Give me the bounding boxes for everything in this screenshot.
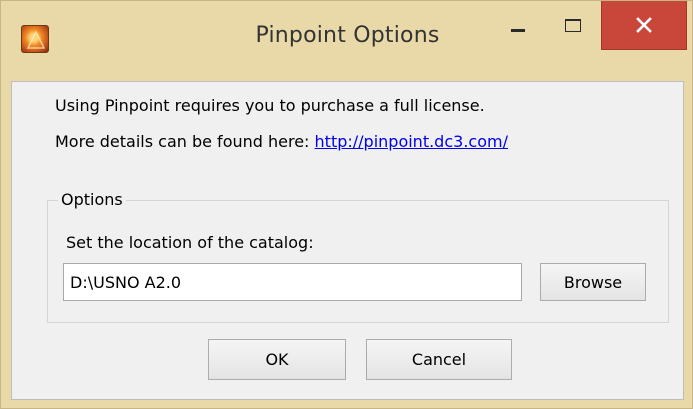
minimize-icon <box>511 28 525 32</box>
options-groupbox: Options Set the location of the catalog:… <box>47 190 669 323</box>
title-bar[interactable]: Pinpoint Options <box>1 1 693 81</box>
close-button[interactable] <box>601 1 687 50</box>
browse-button[interactable]: Browse <box>540 263 646 301</box>
close-icon <box>636 17 652 33</box>
details-line: More details can be found here: http://p… <box>55 132 508 151</box>
catalog-path-input[interactable] <box>63 263 522 301</box>
maximize-button[interactable] <box>547 1 599 49</box>
pinpoint-options-window: Pinpoint Options Using Pinpoint requires… <box>0 0 693 409</box>
maximize-icon <box>565 18 581 32</box>
dialog-client-area: Using Pinpoint requires you to purchase … <box>11 81 684 400</box>
cancel-button[interactable]: Cancel <box>366 339 512 380</box>
pinpoint-website-link[interactable]: http://pinpoint.dc3.com/ <box>315 132 508 151</box>
options-group-legend: Options <box>58 190 126 209</box>
window-frame: Pinpoint Options Using Pinpoint requires… <box>0 0 693 409</box>
ok-button[interactable]: OK <box>208 339 346 380</box>
catalog-location-label: Set the location of the catalog: <box>66 233 314 252</box>
details-prefix: More details can be found here: <box>55 132 315 151</box>
minimize-button[interactable] <box>489 1 547 49</box>
license-notice: Using Pinpoint requires you to purchase … <box>55 96 485 115</box>
